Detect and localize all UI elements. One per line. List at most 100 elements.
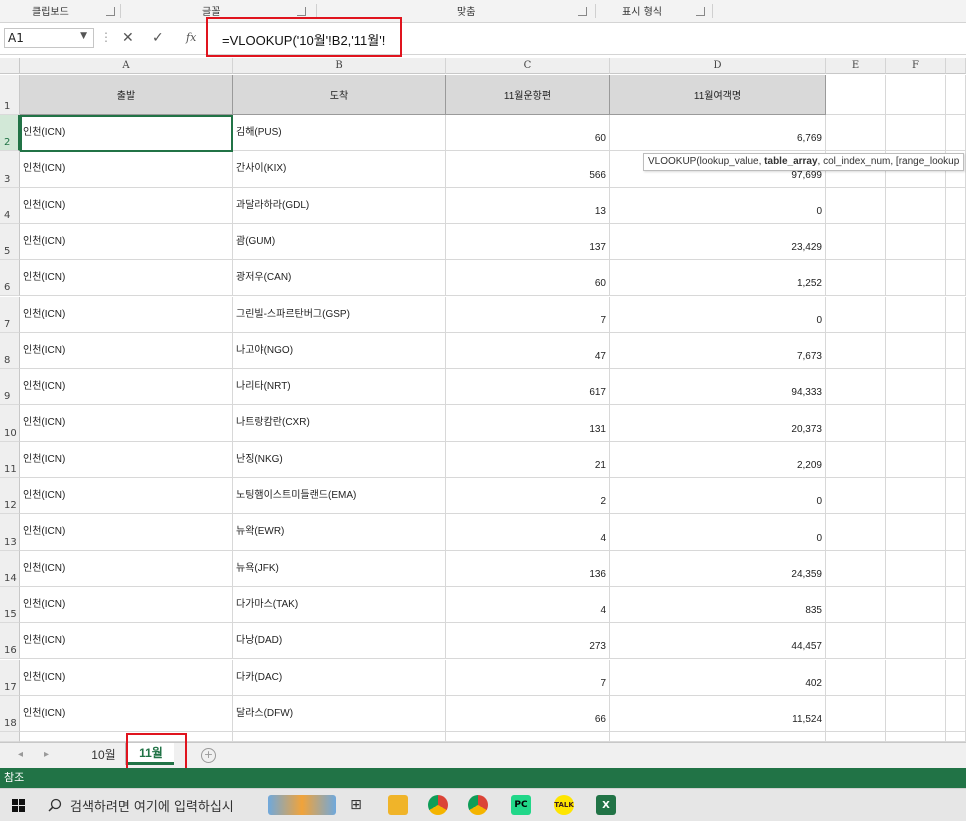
cell-e13[interactable] — [826, 514, 886, 551]
cell-b8[interactable]: 나고야(NGO) — [233, 332, 446, 370]
cell-a13[interactable]: 인천(ICN) — [20, 514, 233, 551]
cell-b12[interactable]: 노팅햄이스트미들랜드(EMA) — [233, 478, 446, 515]
cell-f16[interactable] — [886, 623, 946, 660]
cell-c15[interactable]: 4 — [446, 586, 610, 624]
cell-g5[interactable] — [946, 223, 966, 261]
select-all-corner[interactable] — [0, 58, 20, 74]
name-box[interactable]: A1 ▼ — [4, 28, 94, 48]
excel-icon[interactable]: X — [596, 795, 616, 815]
cell-g10[interactable] — [946, 405, 966, 442]
cell-e12[interactable] — [826, 478, 886, 515]
cell-a10[interactable]: 인천(ICN) — [20, 405, 233, 442]
cell-d18[interactable]: 11,524 — [610, 695, 826, 733]
cell-g6[interactable] — [946, 260, 966, 297]
cell-c13[interactable]: 4 — [446, 514, 610, 551]
cell-a17[interactable]: 인천(ICN) — [20, 659, 233, 696]
cell-d11[interactable]: 2,209 — [610, 441, 826, 478]
header-cell-c[interactable]: 11월운항편 — [446, 75, 610, 115]
cell-b15[interactable]: 다가마스(TAK) — [233, 586, 446, 624]
chrome-icon[interactable] — [428, 795, 448, 815]
cell-b11[interactable]: 난징(NKG) — [233, 441, 446, 478]
cell-d2[interactable]: 6,769 — [610, 115, 826, 152]
cell-a5[interactable]: 인천(ICN) — [20, 223, 233, 261]
add-sheet-icon[interactable]: + — [201, 748, 216, 763]
cell-g7[interactable] — [946, 296, 966, 333]
cell-a6[interactable]: 인천(ICN) — [20, 260, 233, 297]
cell-d6[interactable]: 1,252 — [610, 260, 826, 297]
cell-e7[interactable] — [826, 296, 886, 333]
cell-e10[interactable] — [826, 405, 886, 442]
cell-f14[interactable] — [886, 550, 946, 587]
cell-d7[interactable]: 0 — [610, 296, 826, 333]
cell-g13[interactable] — [946, 514, 966, 551]
cell-c3[interactable]: 566 — [446, 151, 610, 188]
row-header-18[interactable]: 18 — [0, 695, 20, 733]
cell-d17[interactable]: 402 — [610, 659, 826, 696]
cell-e16[interactable] — [826, 623, 886, 660]
cell-b9[interactable]: 나리타(NRT) — [233, 369, 446, 406]
cell-f12[interactable] — [886, 478, 946, 515]
cell-f13[interactable] — [886, 514, 946, 551]
cell-partial-d[interactable] — [610, 732, 826, 742]
cell-f10[interactable] — [886, 405, 946, 442]
cell-a15[interactable]: 인천(ICN) — [20, 586, 233, 624]
cell-e11[interactable] — [826, 441, 886, 478]
cell-a7[interactable]: 인천(ICN) — [20, 296, 233, 333]
column-header-g[interactable] — [946, 58, 966, 74]
cell-g11[interactable] — [946, 441, 966, 478]
cell-c14[interactable]: 136 — [446, 550, 610, 587]
cancel-entry-button[interactable]: ✕ — [122, 30, 134, 46]
cell-e15[interactable] — [826, 586, 886, 624]
task-view-icon[interactable]: ⊞ — [346, 795, 366, 815]
row-header-9[interactable]: 9 — [0, 369, 20, 406]
cell-c12[interactable]: 2 — [446, 478, 610, 515]
column-header-d[interactable]: D — [610, 58, 826, 74]
cell-d9[interactable]: 94,333 — [610, 369, 826, 406]
cell-a11[interactable]: 인천(ICN) — [20, 441, 233, 478]
cell-e5[interactable] — [826, 223, 886, 261]
cell-e18[interactable] — [826, 695, 886, 733]
cell-a16[interactable]: 인천(ICN) — [20, 623, 233, 660]
cell-b6[interactable]: 광저우(CAN) — [233, 260, 446, 297]
cell-f18[interactable] — [886, 695, 946, 733]
pycharm-icon[interactable]: PC — [511, 795, 531, 815]
row-header-8[interactable]: 8 — [0, 332, 20, 370]
cell-a3[interactable]: 인천(ICN) — [20, 151, 233, 188]
header-cell-d[interactable]: 11월여객명 — [610, 75, 826, 115]
cell-f15[interactable] — [886, 586, 946, 624]
cell-f17[interactable] — [886, 659, 946, 696]
cell-b4[interactable]: 과달라하라(GDL) — [233, 187, 446, 224]
cell-d8[interactable]: 7,673 — [610, 332, 826, 370]
cell-f9[interactable] — [886, 369, 946, 406]
row-header-6[interactable]: 6 — [0, 260, 20, 297]
cell-e14[interactable] — [826, 550, 886, 587]
cell-c9[interactable]: 617 — [446, 369, 610, 406]
column-header-a[interactable]: A — [20, 58, 233, 74]
chevron-down-icon[interactable]: ▼ — [80, 31, 87, 41]
cell-e6[interactable] — [826, 260, 886, 297]
row-header-7[interactable]: 7 — [0, 296, 20, 333]
row-header-12[interactable]: 12 — [0, 478, 20, 515]
cell-c11[interactable]: 21 — [446, 441, 610, 478]
row-header-10[interactable]: 10 — [0, 405, 20, 442]
cell-a2[interactable]: 인천(ICN) — [20, 115, 233, 152]
cell-e8[interactable] — [826, 332, 886, 370]
insert-function-button[interactable]: fx — [186, 31, 196, 44]
cell-g12[interactable] — [946, 478, 966, 515]
row-header-13[interactable]: 13 — [0, 514, 20, 551]
cell-f11[interactable] — [886, 441, 946, 478]
taskbar-search[interactable]: 검색하려면 여기에 입력하십시 — [48, 795, 234, 815]
cell-d13[interactable]: 0 — [610, 514, 826, 551]
cell-e1[interactable] — [826, 75, 886, 115]
number-launcher-icon[interactable] — [696, 7, 705, 16]
cell-a14[interactable]: 인천(ICN) — [20, 550, 233, 587]
header-cell-a[interactable]: 출발 — [20, 75, 233, 115]
cell-e4[interactable] — [826, 187, 886, 224]
cell-partial-e[interactable] — [826, 732, 886, 742]
cell-d12[interactable]: 0 — [610, 478, 826, 515]
cell-b2[interactable]: 김해(PUS) — [233, 115, 446, 152]
row-header-2[interactable]: 2 — [0, 115, 20, 152]
cell-b10[interactable]: 나트랑캄란(CXR) — [233, 405, 446, 442]
kakaotalk-icon[interactable]: TALK — [554, 795, 574, 815]
row-header-partial[interactable] — [0, 732, 20, 742]
